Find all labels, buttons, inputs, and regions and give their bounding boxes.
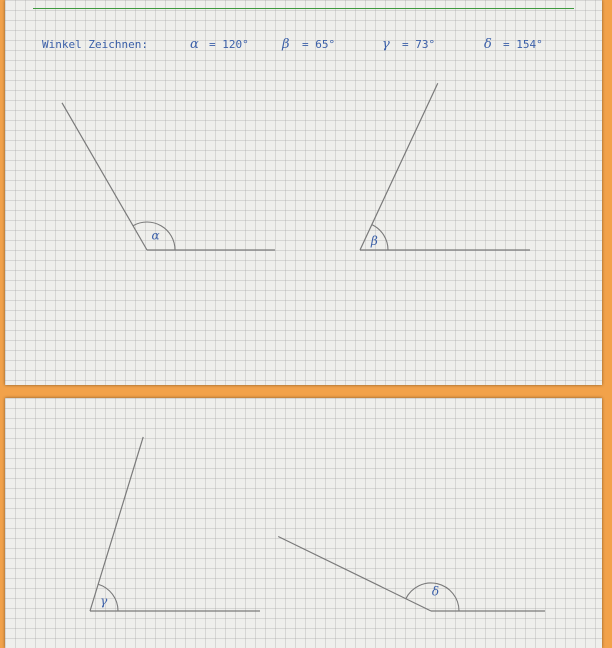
worksheet-page-1: Winkel Zeichnen: α = 120° β = 65° γ = 73… <box>5 0 602 385</box>
angle-delta-arm <box>277 535 432 612</box>
angle-delta: δ <box>277 535 545 612</box>
angle-alpha: α <box>61 102 275 251</box>
angle-drawings-bottom: γδ <box>89 436 545 612</box>
angle-gamma-arm <box>89 436 144 612</box>
angle-beta: β <box>359 82 530 251</box>
angle-delta-label: δ <box>432 585 439 599</box>
angle-drawings-top: αβ <box>61 82 530 251</box>
angle-gamma: γ <box>89 436 260 612</box>
angle-gamma-label: γ <box>100 594 108 608</box>
angle-alpha-label: α <box>151 228 159 242</box>
angle-alpha-arm <box>61 102 148 251</box>
angle-beta-label: β <box>370 234 378 248</box>
worksheet-page-2: γδ <box>5 398 602 648</box>
